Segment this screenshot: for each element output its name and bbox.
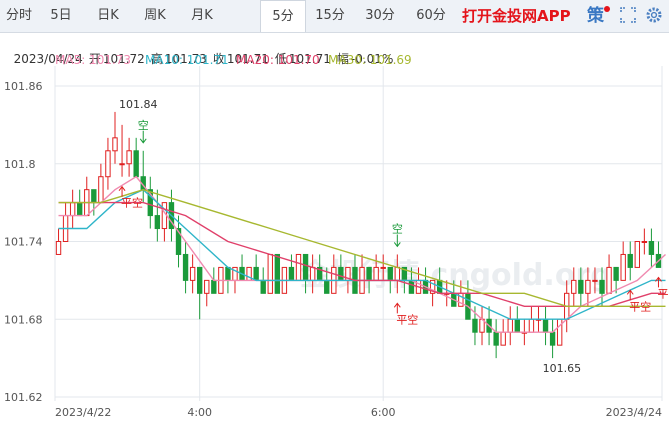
close-signal-arrow <box>655 276 662 288</box>
candle-body <box>119 163 125 166</box>
candle-body <box>634 241 640 268</box>
open-app-link[interactable]: 打开金投网APP <box>462 0 571 32</box>
y-tick-label: 101.74 <box>4 236 43 249</box>
candle-body <box>641 241 648 243</box>
candle-body <box>98 176 104 204</box>
ma10-legend: MA10: 101.71 <box>145 53 229 67</box>
candle-body <box>613 266 619 281</box>
candle-body <box>274 253 281 294</box>
ma30-legend: MA30: 101.69 <box>328 53 412 67</box>
candle-body <box>620 253 626 281</box>
candle-body <box>77 202 83 217</box>
candle-body <box>338 266 344 281</box>
candle-body <box>528 318 535 333</box>
max-price-label: 101.84 <box>119 98 158 111</box>
gear-icon[interactable] <box>645 6 663 24</box>
strategy-button[interactable]: 策 <box>587 0 604 32</box>
candle-body <box>295 253 302 281</box>
candle-body <box>542 318 549 333</box>
candle-body <box>373 266 379 281</box>
candle-body <box>260 279 266 294</box>
candle-body <box>578 279 584 294</box>
x-tick-label: 4:00 <box>187 406 212 419</box>
x-tick-label: 2023/4/22 <box>55 406 111 419</box>
candle-body <box>500 331 506 346</box>
candle-body <box>133 150 139 178</box>
y-tick-label: 101.68 <box>4 313 43 326</box>
candle-body <box>472 318 478 333</box>
candle-body <box>514 318 520 333</box>
fullscreen-icon[interactable] <box>620 7 636 23</box>
candle-body <box>204 279 210 294</box>
candle-body <box>380 266 386 269</box>
close-signal-label: 平空 <box>121 196 143 210</box>
tab-30min[interactable]: 30分 <box>360 0 400 32</box>
tab-monthly-k[interactable]: 月K <box>178 0 226 32</box>
tab-5min[interactable]: 5分 <box>260 0 306 32</box>
candle-body <box>211 279 217 294</box>
candle-body <box>69 202 76 217</box>
candle-body <box>387 266 393 281</box>
candle-body <box>549 331 556 346</box>
ma20-legend: MA20: 101.70 <box>236 53 320 67</box>
tab-timeshare[interactable]: 分时 <box>0 0 38 32</box>
candle-body <box>408 279 415 294</box>
candle-body <box>648 241 655 255</box>
candle-body <box>126 150 132 165</box>
short-signal-arrow <box>393 234 401 248</box>
candle-body <box>599 279 605 294</box>
tab-daily-k[interactable]: 日K <box>84 0 132 32</box>
candle-body <box>225 266 231 281</box>
short-signal-label: 空 <box>138 118 149 132</box>
candle-body <box>324 279 330 294</box>
candle-body <box>302 253 309 281</box>
close-signal-label: 平多 <box>657 286 669 300</box>
candle-body <box>253 266 259 281</box>
tab-5day[interactable]: 5日 <box>38 0 84 32</box>
candle-body <box>189 266 196 281</box>
candle-body <box>112 137 118 152</box>
candle-body <box>571 279 577 294</box>
short-signal-arrow <box>139 130 147 144</box>
notification-dot <box>604 6 610 12</box>
min-price-label: 101.65 <box>543 362 582 375</box>
candle-body <box>91 189 97 204</box>
x-tick-label: 2023/4/24 <box>606 406 662 419</box>
tab-15min[interactable]: 15分 <box>310 0 350 32</box>
candle-body <box>507 318 513 333</box>
close-signal-label: 平空 <box>396 312 418 326</box>
candle-body <box>585 279 591 294</box>
ma5-legend: MA5: 101.73 <box>55 53 132 67</box>
tab-60min[interactable]: 60分 <box>410 0 452 32</box>
candle-body <box>556 318 563 346</box>
candle-body <box>154 215 161 230</box>
candle-body <box>627 253 633 268</box>
close-signal-label: 平空 <box>629 299 651 313</box>
candle-body <box>105 150 111 178</box>
candle-body <box>592 279 598 282</box>
candle-body <box>55 241 62 255</box>
candle-body <box>197 266 203 294</box>
y-tick-label: 101.8 <box>4 158 36 171</box>
x-tick-label: 6:00 <box>371 406 396 419</box>
y-tick-label: 101.86 <box>4 80 43 93</box>
period-toolbar: 分时 5日 日K 周K 月K 5分 15分 30分 60分 打开金投网APP 策 <box>0 0 669 33</box>
candle-body <box>288 266 295 281</box>
candle-body <box>267 253 273 294</box>
candle-body <box>493 331 499 346</box>
candle-body <box>182 253 189 281</box>
candle-body <box>606 266 612 294</box>
y-tick-label: 101.62 <box>4 391 43 404</box>
candle-body <box>309 266 316 281</box>
close-signal-arrow <box>393 302 401 314</box>
candle-body <box>366 266 372 281</box>
tab-weekly-k[interactable]: 周K <box>132 0 178 32</box>
candle-body <box>394 266 401 281</box>
short-signal-label: 空 <box>392 221 403 235</box>
